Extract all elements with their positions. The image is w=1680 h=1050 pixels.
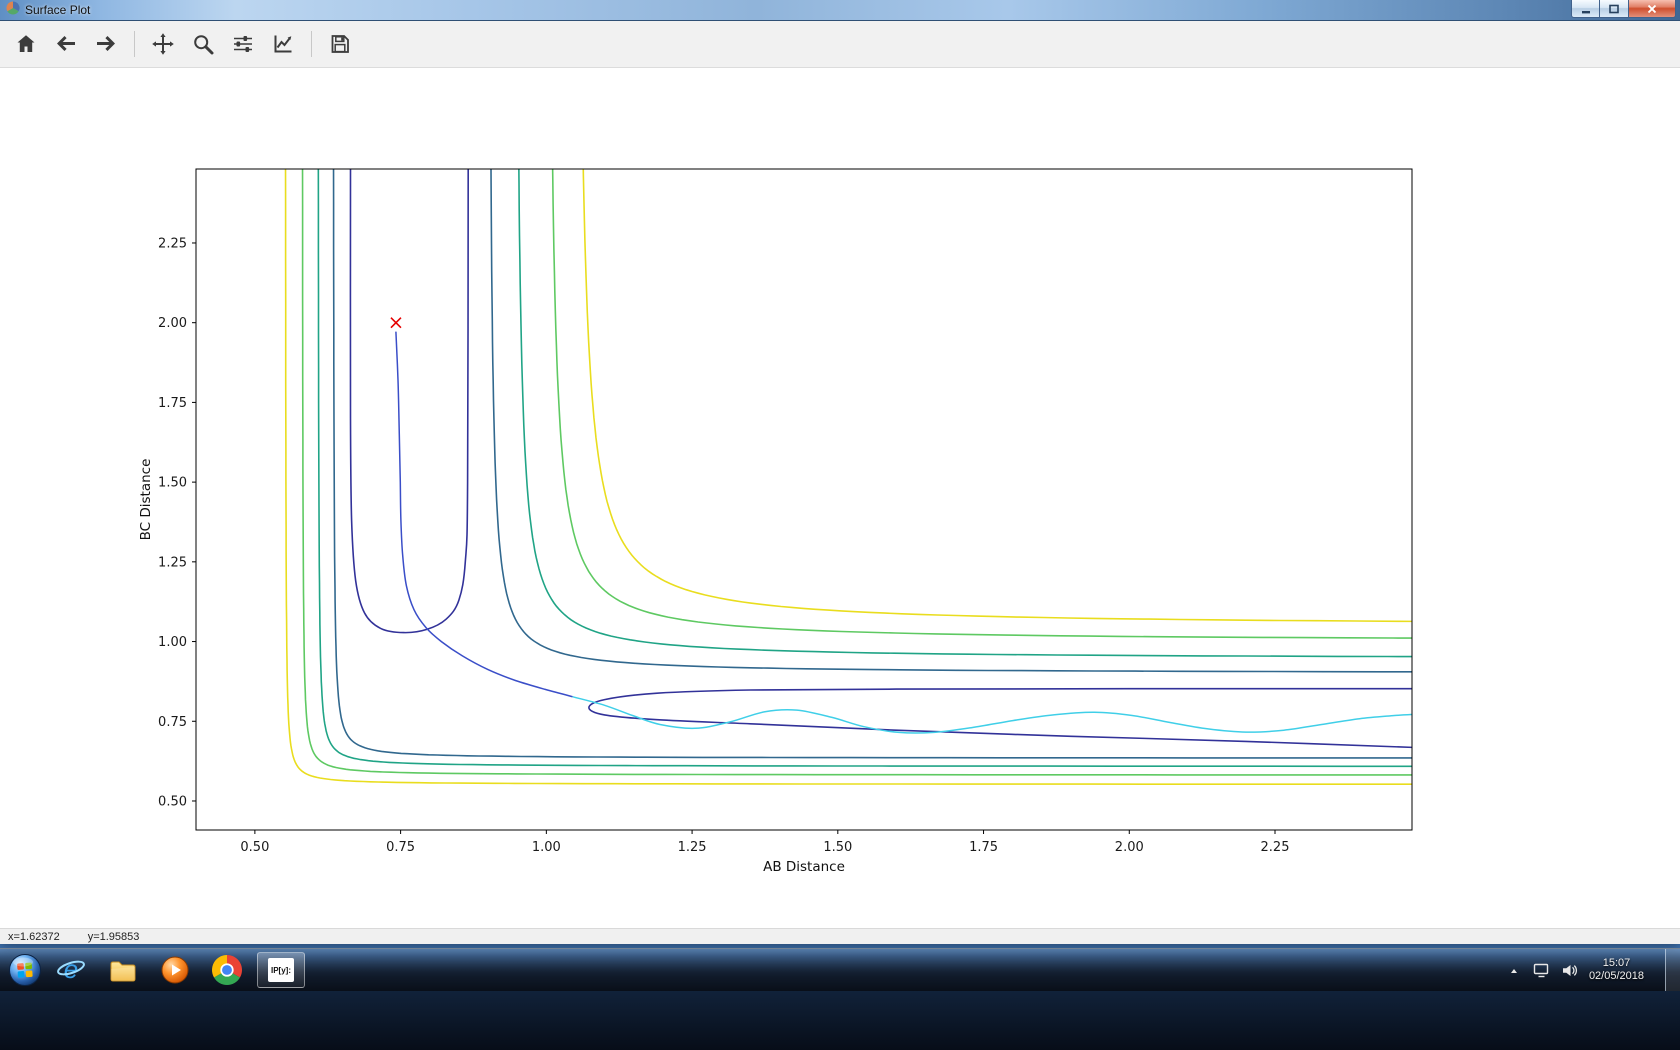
x-tick-label: 0.75 <box>386 840 415 855</box>
surface-plot-window: Surface Plot <box>0 0 1680 942</box>
trajectory-line <box>573 697 1415 733</box>
y-tick-label: 0.75 <box>158 715 187 730</box>
y-tick-label: 1.00 <box>158 635 187 650</box>
chrome-icon <box>212 955 242 985</box>
titlebar[interactable]: Surface Plot <box>0 0 1680 21</box>
contour-line <box>334 153 1442 758</box>
taskbar-item-media-player[interactable] <box>149 950 201 990</box>
ipython-icon: IP[y]: <box>268 958 294 982</box>
home-icon <box>14 32 38 56</box>
close-button[interactable] <box>1629 0 1676 18</box>
toolbar-separator <box>134 31 135 57</box>
ipython-label: IP[y]: <box>271 966 291 975</box>
taskbar-item-chrome[interactable] <box>201 950 253 990</box>
cursor-y-readout: y=1.95853 <box>88 931 140 943</box>
x-tick-label: 2.00 <box>1115 840 1144 855</box>
statusbar: x=1.62372 y=1.95853 <box>0 928 1680 944</box>
internet-explorer-icon: e <box>56 955 86 985</box>
clock-time: 15:07 <box>1589 957 1644 970</box>
cursor-x-readout: x=1.62372 <box>8 931 60 943</box>
y-tick-label: 1.75 <box>158 396 187 411</box>
line-chart-icon <box>271 32 295 56</box>
x-tick-label: 1.50 <box>823 840 852 855</box>
forward-arrow-icon <box>94 32 118 56</box>
folder-icon <box>108 955 138 985</box>
matplotlib-logo-icon <box>6 1 20 20</box>
home-button[interactable] <box>7 25 45 63</box>
save-button[interactable] <box>321 25 359 63</box>
taskbar-clock[interactable]: 15:07 02/05/2018 <box>1589 957 1644 983</box>
sliders-icon <box>231 32 255 56</box>
minimize-icon <box>1580 3 1592 15</box>
tray-expand-icon[interactable] <box>1506 964 1522 977</box>
plot-toolbar <box>0 21 1680 68</box>
toolbar-separator <box>311 31 312 57</box>
y-axis-label: BC Distance <box>138 459 154 541</box>
media-player-icon <box>160 955 190 985</box>
x-tick-label: 1.00 <box>532 840 561 855</box>
close-icon <box>1646 3 1658 15</box>
floppy-save-icon <box>328 32 352 56</box>
zoom-button[interactable] <box>184 25 222 63</box>
forward-button[interactable] <box>87 25 125 63</box>
svg-text:e: e <box>64 955 78 984</box>
network-status-icon[interactable] <box>1533 963 1550 978</box>
x-tick-label: 1.25 <box>678 840 707 855</box>
taskbar-item-ipython[interactable]: IP[y]: <box>257 952 305 988</box>
windows-orb-icon <box>8 953 42 987</box>
volume-icon[interactable] <box>1561 963 1578 978</box>
configure-subplots-button[interactable] <box>224 25 262 63</box>
x-tick-label: 0.50 <box>240 840 269 855</box>
contour-line <box>350 163 468 632</box>
taskbar-item-windows-explorer[interactable] <box>97 950 149 990</box>
y-tick-label: 2.00 <box>158 316 187 331</box>
contour-line <box>491 153 1441 672</box>
window-controls <box>1571 0 1676 18</box>
edit-parameters-button[interactable] <box>264 25 302 63</box>
maximize-button[interactable] <box>1600 0 1629 18</box>
x-axis-label: AB Distance <box>763 859 845 875</box>
clock-date: 02/05/2018 <box>1589 970 1644 983</box>
maximize-icon <box>1608 3 1620 15</box>
contour-line <box>519 153 1441 657</box>
y-tick-label: 0.50 <box>158 794 187 809</box>
show-desktop-button[interactable] <box>1665 949 1680 991</box>
magnifier-icon <box>191 32 215 56</box>
y-tick-label: 1.25 <box>158 555 187 570</box>
start-button[interactable] <box>5 950 45 990</box>
back-arrow-icon <box>54 32 78 56</box>
taskbar: e <box>0 948 1680 991</box>
contour-line <box>552 153 1441 638</box>
trajectory-line <box>396 332 573 697</box>
x-tick-label: 2.25 <box>1261 840 1290 855</box>
taskbar-item-internet-explorer[interactable]: e <box>45 950 97 990</box>
window-title: Surface Plot <box>25 3 90 17</box>
contour-line <box>583 153 1441 621</box>
pan-move-icon <box>151 32 175 56</box>
pan-button[interactable] <box>144 25 182 63</box>
contour-lines <box>286 153 1442 784</box>
contour-line <box>318 153 1441 766</box>
y-tick-label: 2.25 <box>158 236 187 251</box>
minimize-button[interactable] <box>1571 0 1600 18</box>
x-tick-label: 1.75 <box>969 840 998 855</box>
start-marker <box>391 318 401 328</box>
figure-canvas[interactable]: 0.50 0.75 1.00 1.25 1.50 1.75 2.00 2.25 0.50 0.75… <box>0 68 1680 928</box>
system-tray: 15:07 02/05/2018 <box>1506 949 1680 991</box>
desktop: Surface Plot <box>0 0 1680 1050</box>
contour-plot[interactable]: 0.50 0.75 1.00 1.25 1.50 1.75 2.00 2.25 0.50 0.75… <box>0 68 1680 928</box>
y-tick-label: 1.50 <box>158 476 187 491</box>
contour-line <box>303 153 1442 775</box>
back-button[interactable] <box>47 25 85 63</box>
contour-line <box>589 689 1421 748</box>
